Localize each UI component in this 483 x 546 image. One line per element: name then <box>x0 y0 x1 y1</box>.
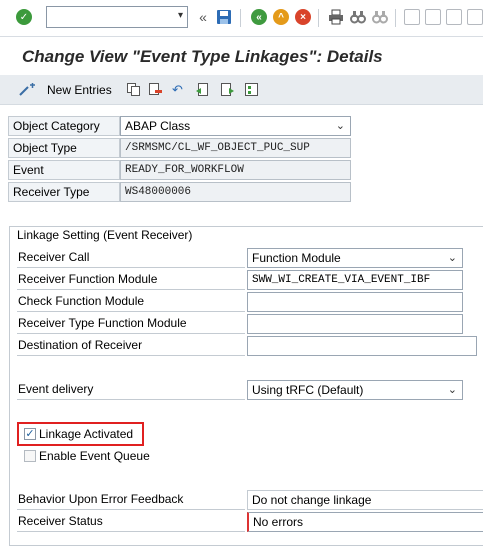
new-entries-button[interactable]: New Entries <box>47 83 112 97</box>
cancel-icon[interactable]: × <box>295 9 311 25</box>
destination-label: Destination of Receiver <box>17 336 245 356</box>
back-icon[interactable]: « <box>251 9 267 25</box>
check-fm-input[interactable] <box>247 292 463 312</box>
receiver-fm-label: Receiver Function Module <box>17 270 245 290</box>
page-title: Change View "Event Type Linkages": Detai… <box>22 47 383 66</box>
find-icon[interactable] <box>350 9 366 25</box>
receiver-type-fm-input[interactable] <box>247 314 463 334</box>
destination-input[interactable] <box>247 336 477 356</box>
toolbar-separator <box>318 9 319 27</box>
find-next-icon[interactable] <box>372 9 388 25</box>
application-toolbar: New Entries ↶ <box>0 75 483 105</box>
previous-entry-icon[interactable] <box>196 83 209 96</box>
select-all-icon[interactable] <box>245 83 258 96</box>
double-left-icon[interactable]: « <box>195 9 211 25</box>
receiver-call-select[interactable]: Function Module ⌄ <box>247 248 463 268</box>
next-page-icon[interactable] <box>446 9 462 25</box>
toolbar-separator <box>395 9 396 27</box>
enable-queue-checkbox[interactable] <box>24 450 36 462</box>
linkage-setting-title: Linkage Setting (Event Receiver) <box>17 228 193 242</box>
title-bar: Change View "Event Type Linkages": Detai… <box>0 38 483 75</box>
undo-change-icon[interactable]: ↶ <box>172 83 186 96</box>
object-category-value: ABAP Class <box>125 119 191 133</box>
command-field[interactable]: ▾ <box>46 6 188 28</box>
event-value: READY_FOR_WORKFLOW <box>120 160 351 180</box>
first-page-icon[interactable] <box>404 9 420 25</box>
command-input[interactable] <box>47 7 167 27</box>
chevron-down-icon[interactable]: ⌄ <box>336 117 345 135</box>
receiver-type-fm-label: Receiver Type Function Module <box>17 314 245 334</box>
save-icon[interactable] <box>216 9 232 25</box>
event-delivery-label: Event delivery <box>17 380 245 400</box>
receiver-call-value: Function Module <box>252 251 341 265</box>
delete-icon[interactable] <box>149 83 162 96</box>
history-dropdown-icon[interactable]: ▾ <box>178 10 183 21</box>
enable-queue-label: Enable Event Queue <box>39 449 150 463</box>
toolbar-separator <box>240 9 241 27</box>
object-category-select[interactable]: ABAP Class ⌄ <box>120 116 351 136</box>
next-entry-icon[interactable] <box>221 83 234 96</box>
print-icon[interactable] <box>328 9 344 25</box>
linkage-activated-checkbox[interactable]: ✓ <box>24 428 36 440</box>
receiver-call-label: Receiver Call <box>17 248 245 268</box>
receiver-type-value: WS48000006 <box>120 182 351 202</box>
event-delivery-select[interactable]: Using tRFC (Default) ⌄ <box>247 380 463 400</box>
receiver-status-value[interactable]: No errors <box>247 512 483 532</box>
copy-as-icon[interactable] <box>127 83 140 96</box>
object-type-value: /SRMSMC/CL_WF_OBJECT_PUC_SUP <box>120 138 351 158</box>
receiver-fm-input[interactable]: SWW_WI_CREATE_VIA_EVENT_IBF <box>247 270 463 290</box>
event-label: Event <box>8 160 120 180</box>
chevron-down-icon[interactable]: ⌄ <box>448 249 457 267</box>
receiver-type-label: Receiver Type <box>8 182 120 202</box>
check-fm-label: Check Function Module <box>17 292 245 312</box>
enter-icon[interactable]: ✓ <box>16 9 32 25</box>
linkage-activated-label: Linkage Activated <box>39 427 134 441</box>
exit-icon[interactable]: ^ <box>273 9 289 25</box>
error-feedback-value[interactable]: Do not change linkage <box>247 490 483 510</box>
prev-page-icon[interactable] <box>425 9 441 25</box>
object-type-label: Object Type <box>8 138 120 158</box>
event-delivery-value: Using tRFC (Default) <box>252 383 364 397</box>
object-category-label: Object Category <box>8 116 120 136</box>
last-page-icon[interactable] <box>467 9 483 25</box>
receiver-status-label: Receiver Status <box>17 512 245 532</box>
error-feedback-label: Behavior Upon Error Feedback <box>17 490 245 510</box>
chevron-down-icon[interactable]: ⌄ <box>448 381 457 399</box>
system-toolbar: ✓ ▾ « « ^ × <box>0 0 483 37</box>
new-entries-icon[interactable] <box>18 83 38 96</box>
